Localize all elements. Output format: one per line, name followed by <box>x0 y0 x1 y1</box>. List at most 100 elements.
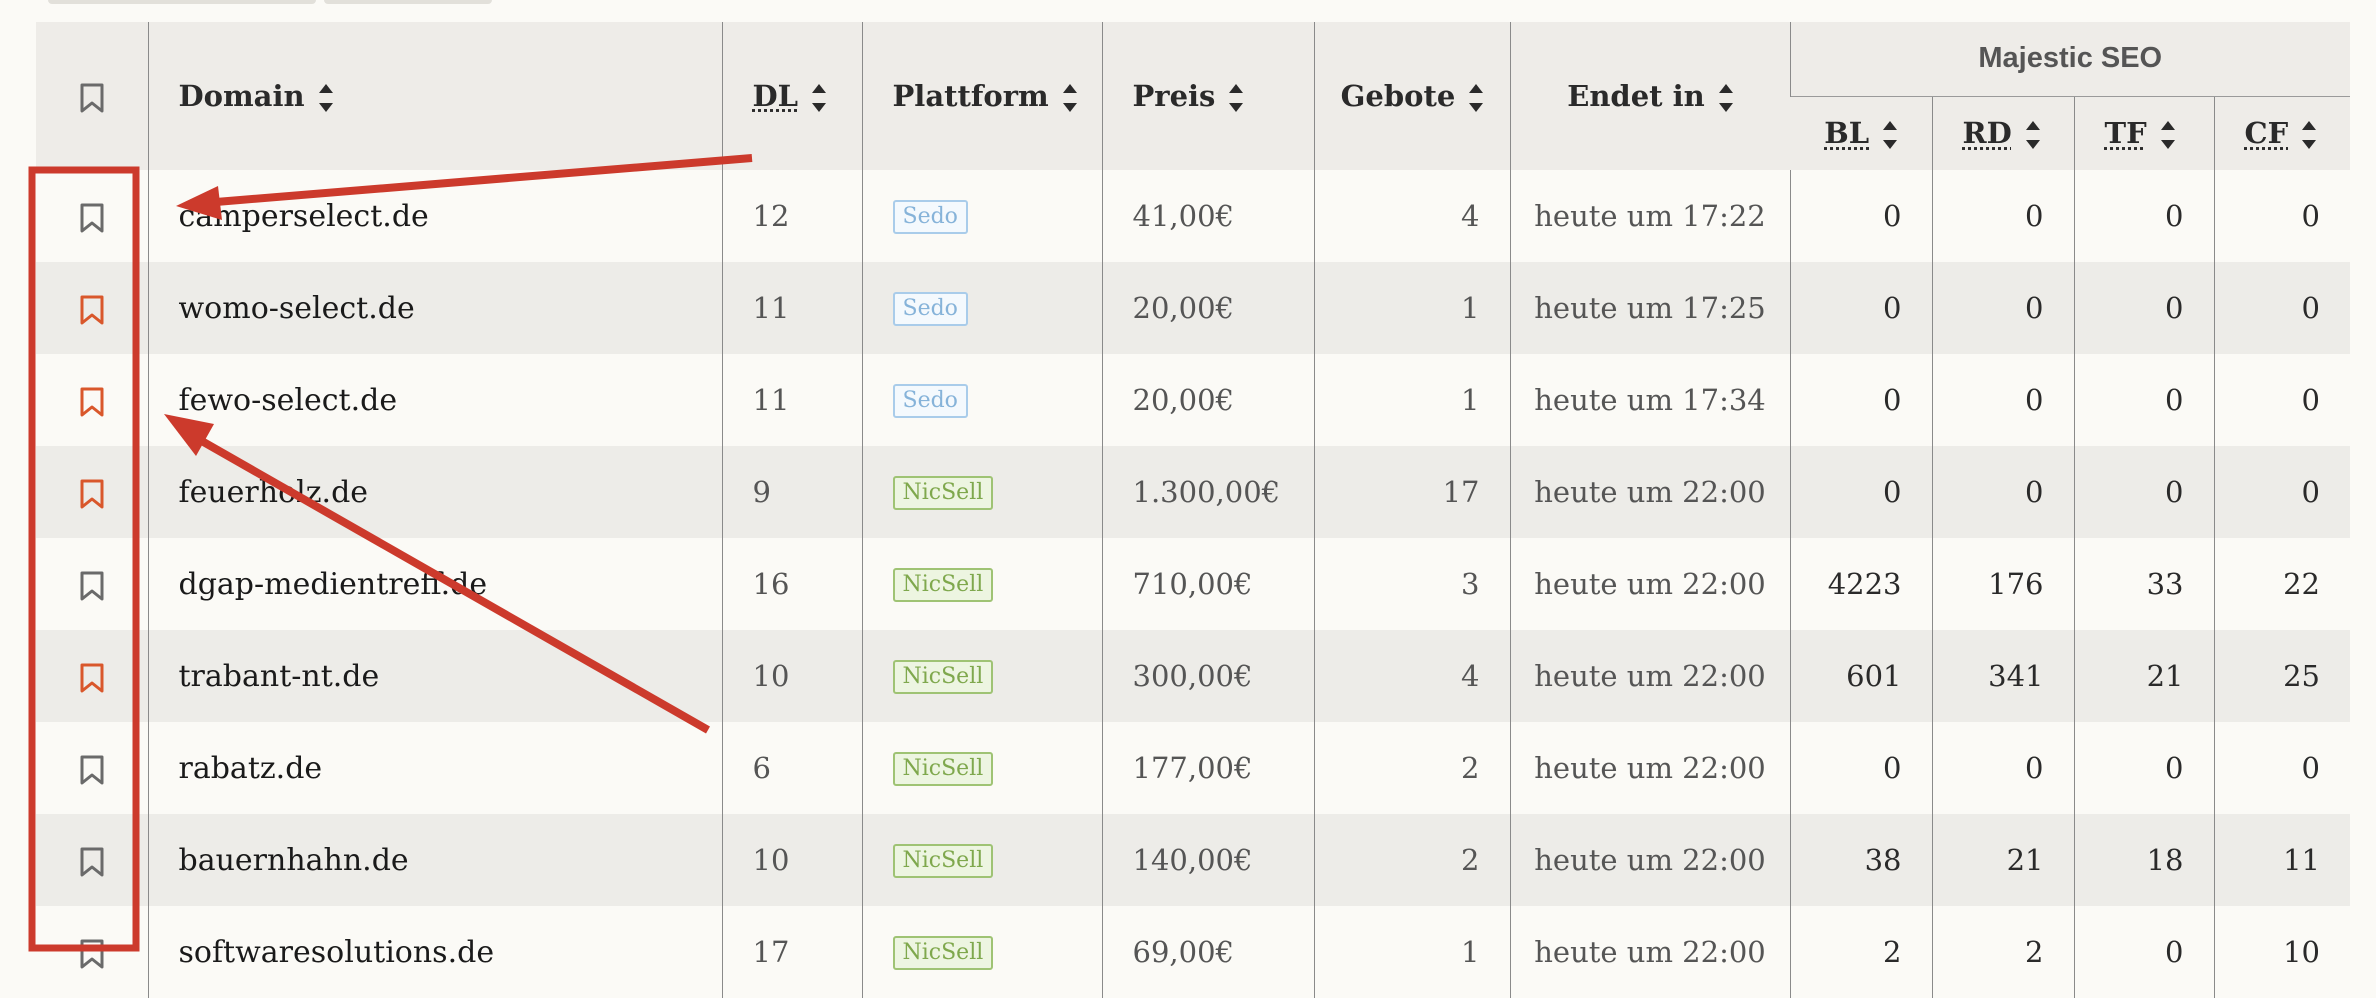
rd-cell: 0 <box>1931 170 2074 262</box>
bookmark-icon[interactable] <box>79 295 105 325</box>
dl-cell: 10 <box>721 630 862 722</box>
table-row[interactable]: fewo-select.de 11 Sedo 20,00€ 1 heute um 17:3… <box>36 354 2350 446</box>
domain-cell[interactable]: feuerholz.de <box>147 446 722 538</box>
domain-cell[interactable]: trabant-nt.de <box>147 630 722 722</box>
bookmark-icon[interactable] <box>79 571 105 601</box>
sort-icon[interactable] <box>2025 119 2040 151</box>
sort-icon[interactable] <box>1883 119 1898 151</box>
bl-cell: 2 <box>1789 906 1932 998</box>
bl-cell: 0 <box>1789 446 1932 538</box>
ends-cell: heute um 22:00 <box>1509 722 1790 814</box>
bl-cell: 0 <box>1789 170 1932 262</box>
bl-column-header[interactable]: BL <box>1790 95 1932 170</box>
domain-cell[interactable]: rabatz.de <box>147 722 722 814</box>
platform-cell: NicSell <box>861 630 1102 722</box>
endet-in-column-header[interactable]: Endet in <box>1509 22 1790 170</box>
sort-icon[interactable] <box>812 82 827 114</box>
bookmark-cell[interactable] <box>36 906 148 998</box>
gebote-column-header[interactable]: Gebote <box>1313 22 1510 170</box>
bookmark-icon[interactable] <box>79 939 105 969</box>
cf-column-header[interactable]: CF <box>2213 95 2350 170</box>
tf-cell: 0 <box>2073 170 2214 262</box>
bl-cell: 0 <box>1789 262 1932 354</box>
bookmark-cell[interactable] <box>36 814 148 906</box>
bookmark-cell[interactable] <box>36 538 148 630</box>
bookmark-icon[interactable] <box>79 203 105 233</box>
table-row[interactable]: womo-select.de 11 Sedo 20,00€ 1 heute um 17:2… <box>36 262 2350 354</box>
rd-cell: 0 <box>1931 722 2074 814</box>
bookmark-cell[interactable] <box>36 354 148 446</box>
cf-cell: 22 <box>2213 538 2350 630</box>
domain-cell[interactable]: softwaresolutions.de <box>147 906 722 998</box>
bl-header-label: BL <box>1824 115 1870 150</box>
domain-auction-table: Domain DL Plattform Preis Gebote Endet i… <box>36 22 2350 998</box>
top-tab-1[interactable] <box>48 0 316 4</box>
bookmark-icon[interactable] <box>79 755 105 785</box>
bookmark-cell[interactable] <box>36 446 148 538</box>
domain-cell[interactable]: fewo-select.de <box>147 354 722 446</box>
table-row[interactable]: rabatz.de 6 NicSell 177,00€ 2 heute um 22:00 0… <box>36 722 2350 814</box>
sort-icon[interactable] <box>1718 82 1733 114</box>
table-row[interactable]: softwaresolutions.de 17 NicSell 69,00€ 1 heut… <box>36 906 2350 998</box>
tf-cell: 18 <box>2073 814 2214 906</box>
domain-cell[interactable]: bauernhahn.de <box>147 814 722 906</box>
platform-cell: NicSell <box>861 722 1102 814</box>
tf-column-header[interactable]: TF <box>2073 95 2214 170</box>
sort-icon[interactable] <box>1062 82 1077 114</box>
top-tab-2[interactable] <box>324 0 492 4</box>
platform-badge: Sedo <box>892 200 968 234</box>
plattform-column-header[interactable]: Plattform <box>861 22 1102 170</box>
bookmark-cell[interactable] <box>36 630 148 722</box>
bookmark-icon[interactable] <box>79 387 105 417</box>
dl-cell: 6 <box>721 722 862 814</box>
bookmark-cell[interactable] <box>36 262 148 354</box>
platform-badge: NicSell <box>892 844 994 878</box>
cf-cell: 0 <box>2213 722 2350 814</box>
table-row[interactable]: camperselect.de 12 Sedo 41,00€ 4 heute um 17:… <box>36 170 2350 262</box>
table-row[interactable]: bauernhahn.de 10 NicSell 140,00€ 2 heute um 2… <box>36 814 2350 906</box>
bookmark-icon[interactable] <box>79 847 105 877</box>
sort-icon[interactable] <box>1469 82 1484 114</box>
sort-icon[interactable] <box>318 82 333 114</box>
rd-cell: 341 <box>1931 630 2074 722</box>
platform-badge: NicSell <box>892 660 994 694</box>
price-cell: 20,00€ <box>1101 354 1314 446</box>
rd-header-label: RD <box>1962 115 2012 150</box>
rd-column-header[interactable]: RD <box>1931 95 2074 170</box>
table-row[interactable]: trabant-nt.de 10 NicSell 300,00€ 4 heute um 2… <box>36 630 2350 722</box>
ends-cell: heute um 17:34 <box>1509 354 1790 446</box>
bl-cell: 38 <box>1789 814 1932 906</box>
cf-cell: 11 <box>2213 814 2350 906</box>
dl-cell: 9 <box>721 446 862 538</box>
domain-cell[interactable]: dgap-medientreff.de <box>147 538 722 630</box>
domain-cell[interactable]: camperselect.de <box>147 170 722 262</box>
dl-cell: 17 <box>721 906 862 998</box>
domain-header-label: Domain <box>178 78 305 113</box>
preis-column-header[interactable]: Preis <box>1101 22 1314 170</box>
sort-icon[interactable] <box>2302 119 2317 151</box>
bl-cell: 0 <box>1789 354 1932 446</box>
bookmark-icon[interactable] <box>79 479 105 509</box>
bookmark-cell[interactable] <box>36 170 148 262</box>
table-row[interactable]: feuerholz.de 9 NicSell 1.300,00€ 17 heute um … <box>36 446 2350 538</box>
rd-cell: 0 <box>1931 446 2074 538</box>
platform-badge: NicSell <box>892 476 994 510</box>
sort-icon[interactable] <box>1229 82 1244 114</box>
price-cell: 140,00€ <box>1101 814 1314 906</box>
cf-cell: 25 <box>2213 630 2350 722</box>
rd-cell: 2 <box>1931 906 2074 998</box>
tf-cell: 21 <box>2073 630 2214 722</box>
platform-cell: Sedo <box>861 170 1102 262</box>
bookmark-cell[interactable] <box>36 722 148 814</box>
gebote-header-label: Gebote <box>1340 78 1456 113</box>
bids-cell: 17 <box>1313 446 1510 538</box>
bookmark-column-header <box>36 22 148 170</box>
bookmark-icon[interactable] <box>79 663 105 693</box>
domain-column-header[interactable]: Domain <box>147 22 722 170</box>
dl-cell: 11 <box>721 262 862 354</box>
dl-column-header[interactable]: DL <box>721 22 862 170</box>
domain-cell[interactable]: womo-select.de <box>147 262 722 354</box>
table-row[interactable]: dgap-medientreff.de 16 NicSell 710,00€ 3 heut… <box>36 538 2350 630</box>
platform-cell: NicSell <box>861 446 1102 538</box>
sort-icon[interactable] <box>2160 119 2175 151</box>
